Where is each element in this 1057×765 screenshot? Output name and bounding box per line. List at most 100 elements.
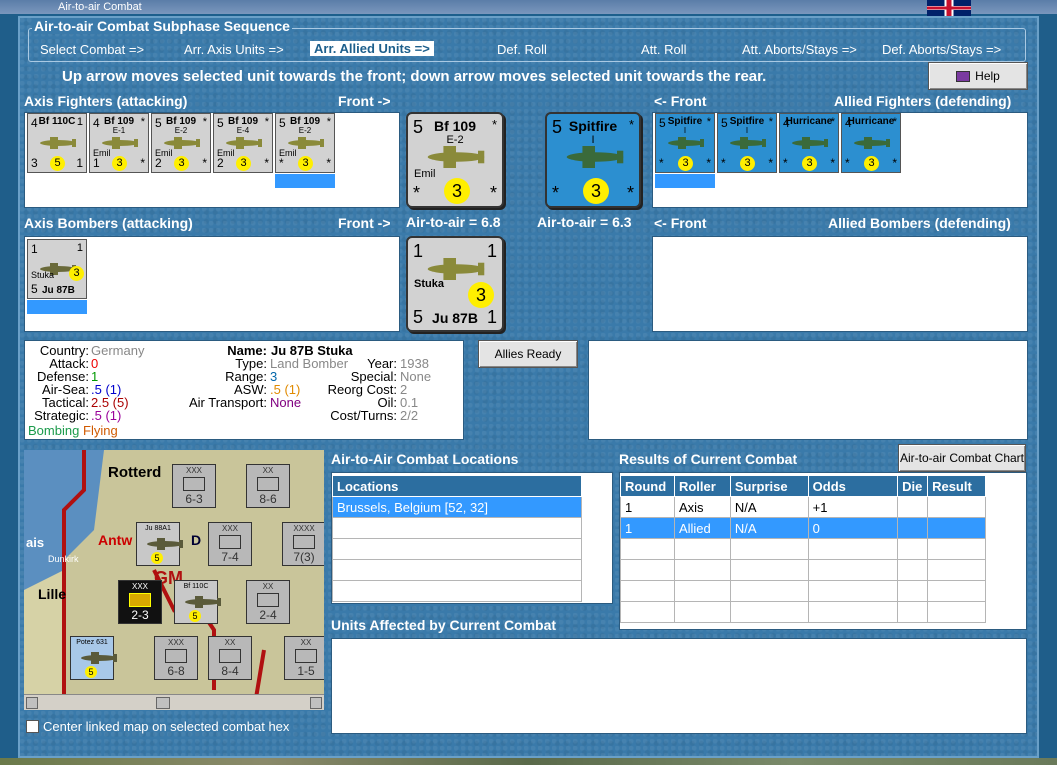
map-counter-size: XXX [185,466,202,475]
axis-fighters-panel[interactable]: 4 1 Bf 110C 3 1 5 4 * Bf 109 E-1 Emil 1 * 3 5 * Bf 109 E-… [24,112,400,208]
axis-bombers-panel[interactable]: 1 1 Stuka 5 Ju 87B 3 [24,236,400,332]
axis-unit-counter[interactable]: 5 * Bf 109 E-2 Emil 2 * 3 [151,113,211,173]
rating-circle: 5 [85,666,97,678]
allied-fighter-counter[interactable]: 4 * Hurricane * * 3 [779,113,839,173]
allied-fighter-counter[interactable]: 5 * Spitfire I * * 3 [655,113,715,173]
map-unit-counter[interactable]: XXXX 7(3) [282,522,324,566]
results-row[interactable] [620,601,986,623]
results-column-header[interactable]: Odds [807,475,899,497]
allies-ready-button[interactable]: Allies Ready [478,340,578,368]
selected-axis-fighter[interactable]: 5 * Bf 109 E-2 Emil * * 3 [406,112,504,208]
map-counter-value: 8-4 [221,664,239,678]
allied-fighter-counter[interactable]: 4 * Hurricane * * 3 [841,113,901,173]
selected-axis-bomber[interactable]: 1 1 Stuka Ju 87B 5 1 3 [406,236,504,332]
infantry-icon [219,649,241,663]
locations-header: Locations [332,475,582,497]
scroll-thumb[interactable] [156,697,170,709]
axis-unit-counter[interactable]: 5 * Bf 109 E-2 Emil * * 3 [275,113,335,173]
sequence-step[interactable]: Arr. Allied Units => [310,41,434,56]
map-unit-counter[interactable]: XXX 6-3 [172,464,216,508]
locations-row[interactable] [332,517,582,539]
map-unit-counter[interactable]: XXX 2-3 [118,580,162,624]
results-cell: Axis [673,496,731,518]
left-border [0,14,18,758]
strategic-label: Strategic: [34,408,89,423]
map-unit-counter[interactable]: XXX 6-8 [154,636,198,680]
results-column-header[interactable]: Result [927,475,986,497]
sequence-step[interactable]: Def. Roll [497,42,547,57]
selected-allied-fighter[interactable]: 5 * Spitfire I * * 3 [545,112,641,208]
axis-unit-counter[interactable]: 4 * Bf 109 E-1 Emil 1 * 3 [89,113,149,173]
air-to-air-chart-button[interactable]: Air-to-air Combat Chart [898,444,1026,472]
scroll-right-button[interactable] [310,697,322,709]
plane-icon [850,136,894,150]
axis-unit-counter[interactable]: 5 * Bf 109 E-4 Emil 2 * 3 [213,113,273,173]
plane-icon [36,136,80,150]
infantry-icon [183,477,205,491]
map-air-counter[interactable]: Ju 88A1 5 [136,522,183,566]
map-unit-counter[interactable]: XX 2-4 [246,580,290,624]
allied-bombers-panel[interactable] [652,236,1028,332]
locations-row[interactable] [332,538,582,560]
map-counter-value: 1-5 [297,664,315,678]
results-row[interactable] [620,580,986,602]
map-air-counter[interactable]: Potez 631 5 [70,636,117,680]
map-air-name: Potez 631 [76,639,108,646]
window-title: Air-to-air Combat [58,1,142,13]
right-border [1039,14,1057,758]
locations-row[interactable]: Brussels, Belgium [52, 32] [332,496,582,518]
help-button[interactable]: Help [928,62,1028,90]
sequence-step[interactable]: Arr. Axis Units => [184,42,284,57]
results-cell [620,601,675,623]
map-counter-value: 2-4 [259,608,277,622]
sequence-step[interactable]: Att. Roll [641,42,687,57]
results-cell [927,538,986,560]
locations-row[interactable] [332,580,582,602]
allied-fighters-title: Allied Fighters (defending) [834,93,1012,109]
counter-bottom-right: 1 [76,156,83,170]
results-cell [729,538,809,560]
allied-air-to-air: Air-to-air = 6.3 [537,214,632,230]
axis-fighters-front: Front -> [338,93,391,109]
results-row[interactable] [620,538,986,560]
map-unit-counter[interactable]: XX 8-6 [246,464,290,508]
linked-map[interactable]: Rotterd Antw D ais Dunkirk Lille GM XXX 6… [24,450,324,710]
results-row[interactable] [620,559,986,581]
results-column-header[interactable]: Roller [673,475,731,497]
results-column-header[interactable]: Round [620,475,675,497]
bombing-flag: Bombing [28,423,80,438]
big-bottom-right: * [489,183,497,203]
map-unit-counter[interactable]: XX 8-4 [208,636,252,680]
counter-sub: I [745,126,749,135]
counter-bottom-left: * [783,156,788,170]
counter-name: Hurricane [785,116,833,127]
infantry-icon [257,593,279,607]
counter-sub: E-2 [174,126,188,135]
uk-flag-icon [927,0,971,16]
results-column-header[interactable]: Surprise [729,475,809,497]
results-table: Round Roller Surprise Odds Die Result 1 Axis N/… [620,475,986,623]
rating-circle: 3 [69,266,84,281]
sequence-step[interactable]: Def. Aborts/Stays => [882,42,1001,57]
map-air-counter[interactable]: Bf 110C 5 [174,580,221,624]
results-row[interactable]: 1 Axis N/A +1 [620,496,986,518]
plane-icon [726,136,770,150]
map-hscrollbar[interactable] [24,694,324,710]
axis-unit-counter[interactable]: 4 1 Bf 110C 3 1 5 [27,113,87,173]
locations-cell: Brussels, Belgium [52, 32] [332,496,582,518]
results-row[interactable]: 1 Allied N/A 0 [620,517,986,539]
big-bottom-left: * [413,183,421,203]
scroll-left-button[interactable] [26,697,38,709]
map-unit-counter[interactable]: XX 1-5 [284,636,324,680]
sequence-step[interactable]: Att. Aborts/Stays => [742,42,857,57]
allied-fighters-panel[interactable]: 5 * Spitfire I * * 3 5 * Spitfire I * * 3 4 * Hurricane *… [652,112,1028,208]
rating-circle: 3 [678,156,693,171]
locations-row[interactable] [332,559,582,581]
results-cell [729,559,809,581]
center-map-checkbox[interactable] [26,720,39,733]
sequence-step[interactable]: Select Combat => [40,42,144,57]
allied-fighter-counter[interactable]: 5 * Spitfire I * * 3 [717,113,777,173]
map-unit-counter[interactable]: XXX 7-4 [208,522,252,566]
axis-bomber-counter[interactable]: 1 1 Stuka 5 Ju 87B 3 [27,239,87,299]
results-column-header[interactable]: Die [897,475,929,497]
